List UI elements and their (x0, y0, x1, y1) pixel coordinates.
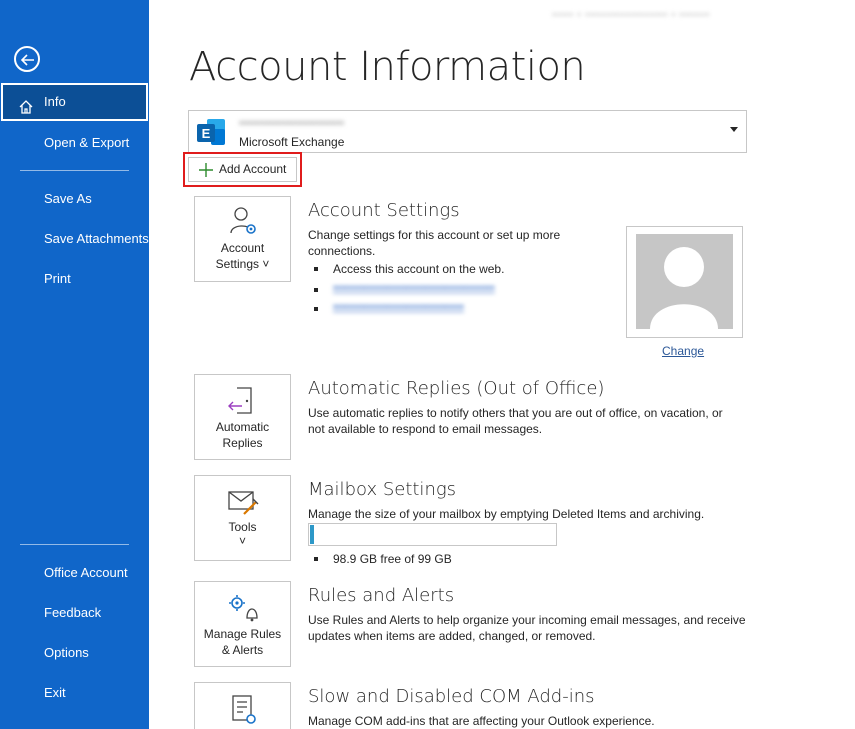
tile-label: Account (220, 241, 265, 255)
change-photo-link[interactable]: Change (662, 344, 704, 358)
sidebar-item-label: Save As (44, 191, 92, 206)
account-settings-tile[interactable]: Account Settings ˅ (194, 196, 291, 282)
sidebar-item-open-export[interactable]: Open & Export (0, 124, 149, 162)
sidebar-item-info[interactable]: Info (1, 83, 148, 121)
addins-icon (229, 693, 259, 728)
section-description: updates when items are added, changed, o… (308, 629, 596, 643)
sidebar-item-label: Exit (44, 685, 66, 700)
page-title: Account Information (189, 44, 586, 90)
profile-picture (626, 226, 743, 338)
sidebar-item-label: Office Account (44, 565, 128, 580)
sidebar-item-label: Open & Export (44, 135, 130, 150)
sidebar-item-exit[interactable]: Exit (0, 674, 149, 712)
account-type: Microsoft Exchange (239, 135, 345, 149)
person-silhouette-icon (636, 234, 733, 329)
sidebar-item-office-account[interactable]: Office Account (0, 554, 149, 592)
tile-label: Manage Rules (203, 627, 282, 641)
manage-rules-tile[interactable]: Manage Rules & Alerts (194, 581, 291, 667)
sidebar-item-feedback[interactable]: Feedback (0, 594, 149, 632)
section-title: Automatic Replies (Out of Office) (308, 378, 605, 399)
add-account-label: Add Account (219, 162, 287, 176)
signed-in-account: ••••• • ••••••••••••••••••• • ••••••• (552, 9, 710, 21)
sidebar-item-save-as[interactable]: Save As (0, 180, 149, 218)
section-description: not available to respond to email messag… (308, 422, 543, 436)
section-title: Slow and Disabled COM Add-ins (308, 686, 595, 707)
svg-text:E: E (202, 126, 211, 141)
sidebar-item-label: Info (44, 94, 66, 109)
exchange-logo-icon: E (195, 117, 225, 147)
tile-label: Replies (222, 436, 263, 450)
sidebar-item-label: Feedback (44, 605, 102, 620)
account-email: ••••••••••••••••••••••••• (239, 116, 345, 130)
mailbox-storage-bar (308, 523, 557, 546)
sidebar-item-save-attachments[interactable]: Save Attachments (0, 220, 149, 258)
home-icon (18, 94, 34, 128)
automatic-replies-tile[interactable]: Automatic Replies (194, 374, 291, 460)
section-title: Mailbox Settings (308, 479, 457, 500)
mailbox-tools-icon (227, 488, 259, 521)
chevron-down-icon: ˅ (238, 534, 246, 548)
tile-label: Settings ˅ (215, 257, 270, 271)
chevron-down-icon (730, 127, 738, 132)
sidebar-item-label: Save Attachments (44, 231, 149, 246)
bullet-item: 98.9 GB free of 99 GB (314, 552, 452, 566)
rules-alerts-icon (227, 592, 259, 625)
add-account-button[interactable]: Add Account (188, 157, 297, 182)
section-description: Use Rules and Alerts to help organize yo… (308, 613, 746, 627)
mailbox-tools-tile[interactable]: Tools ˅ (194, 475, 291, 561)
tile-label: Automatic (215, 420, 270, 434)
bullet-item: Access this account on the web. (314, 262, 504, 276)
section-description: Change settings for this account or set … (308, 228, 561, 258)
sidebar-item-print[interactable]: Print (0, 260, 149, 298)
section-description: Manage the size of your mailbox by empty… (308, 507, 705, 521)
com-addins-tile[interactable] (194, 682, 291, 729)
section-description: Manage COM add-ins that are affecting yo… (308, 714, 655, 728)
section-description: Use automatic replies to notify others t… (308, 406, 723, 420)
sidebar-item-label: Options (44, 645, 89, 660)
plus-icon (198, 162, 214, 186)
web-access-link[interactable]: ••••••••••••••••••••••••••••••••••••••••… (333, 282, 495, 294)
sidebar-divider (20, 170, 129, 171)
tile-label: Tools (228, 520, 257, 534)
sidebar-item-options[interactable]: Options (0, 634, 149, 672)
section-title: Rules and Alerts (308, 585, 455, 606)
sidebar-divider (20, 544, 129, 545)
backstage-sidebar: Info Open & Export Save As Save Attachme… (0, 0, 149, 729)
web-access-link[interactable]: •••••••••••••••••••••••••••••••••• (333, 301, 464, 313)
sidebar-item-label: Print (44, 271, 71, 286)
section-title: Account Settings (308, 200, 460, 221)
tile-label: & Alerts (221, 643, 264, 657)
back-arrow-icon[interactable] (14, 46, 40, 72)
account-settings-icon (229, 205, 259, 240)
account-selector[interactable]: E ••••••••••••••••••••••••• Microsoft Ex… (188, 110, 747, 153)
door-arrow-icon (227, 385, 257, 420)
storage-bar-fill (310, 525, 314, 544)
